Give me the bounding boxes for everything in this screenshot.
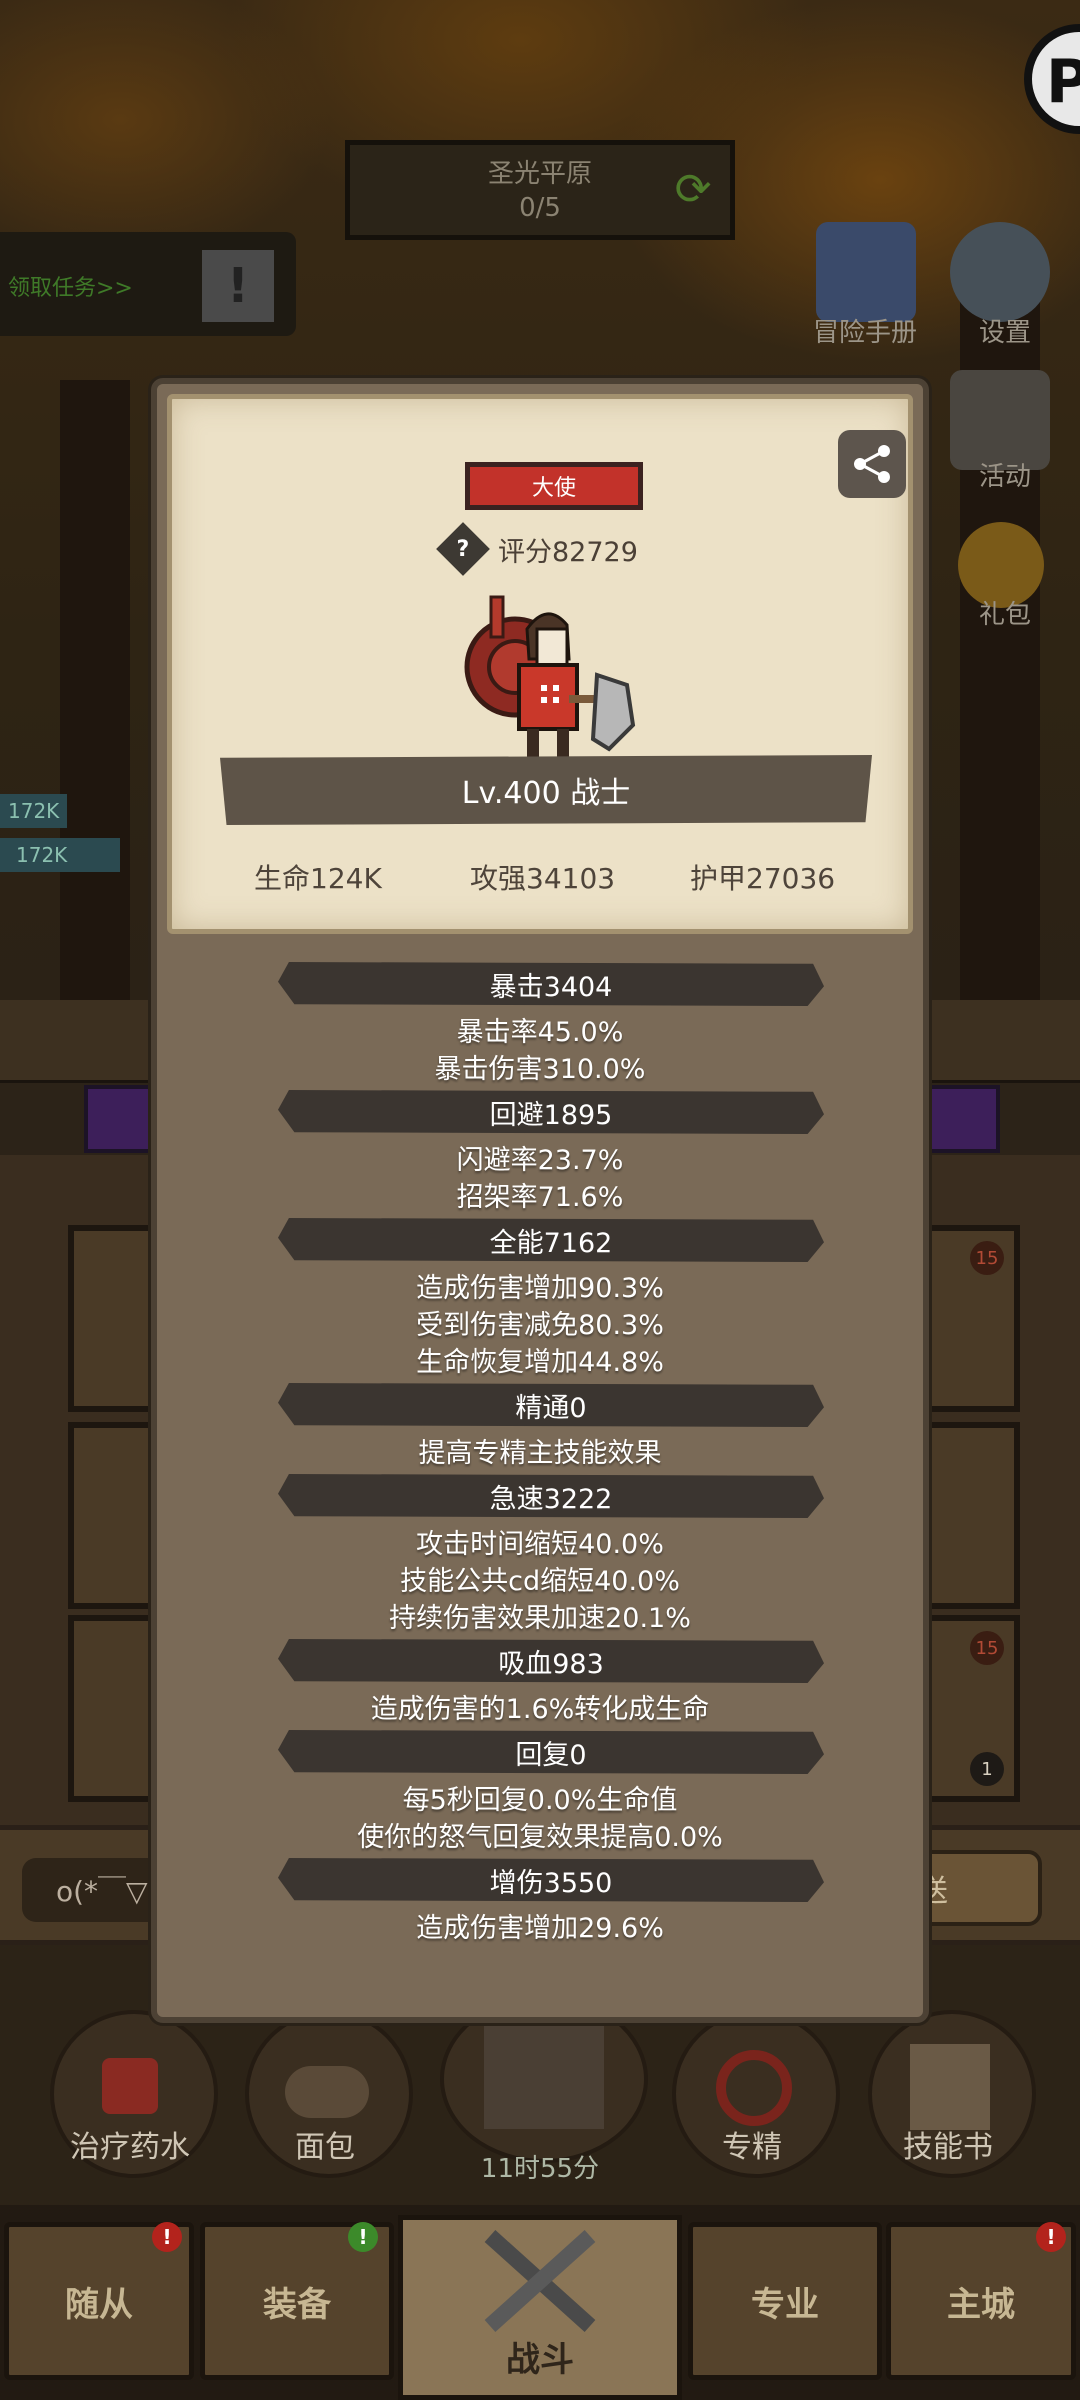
detail-line: 受到伤害减免80.3% [416,1310,664,1341]
title-badge-label: 大使 [531,476,576,501]
exclamation-icon[interactable]: ! [202,250,274,322]
nav-followers-label: 随从 [65,2284,133,2325]
title-badge: 大使 [465,462,643,510]
section-header-lifesteal: 吸血983 [278,1639,824,1683]
scroll-icon[interactable] [950,370,1050,470]
section-header-mastery: 精通0 [278,1383,824,1427]
detail-line: 造成伤害增加90.3% [416,1273,664,1304]
detail-line: 提高专精主技能效果 [418,1438,662,1469]
hp-tag: 172K [0,838,120,872]
section-header-versatility: 全能7162 [278,1218,824,1262]
level-class-bar: Lv.400 战士 [220,755,872,825]
gear-icon[interactable] [950,222,1050,322]
share-button[interactable] [838,430,906,498]
detail-line: 造成伤害的1.6%转化成生命 [370,1694,710,1725]
bread-label: 面包 [295,2130,355,2165]
detail-line: 闪避率23.7% [456,1145,624,1176]
target-icon [716,2050,792,2126]
character-stats-panel: 大使 ? 评分82729 Lv.400 战士 生命124K 攻强34103 护甲… [151,378,929,2023]
section-header-damage-bonus: 增伤3550 [278,1858,824,1902]
specialization-label: 专精 [722,2130,782,2165]
refresh-icon[interactable]: ⟳ [670,167,716,213]
detail-line: 造成伤害增加29.6% [416,1913,664,1944]
detail-line: 攻击时间缩短40.0% [416,1529,664,1560]
alert-icon: ! [1036,2222,1066,2252]
attack-stat: 攻强34103 [470,862,616,895]
nav-profession[interactable]: 专业 [688,2222,882,2380]
nav-main-city-label: 主城 [947,2284,1015,2325]
nav-equipment-label: 装备 [263,2284,331,2325]
potion-label: 治疗药水 [70,2130,190,2165]
skill-book-label: 技能书 [903,2130,993,2165]
detail-line: 持续伤害效果加速20.1% [389,1603,691,1634]
book-icon[interactable] [816,222,916,322]
level-class-label: Lv.400 战士 [461,776,631,811]
section-header-haste: 急速3222 [278,1474,824,1518]
nav-profession-label: 专业 [751,2284,819,2325]
level-badge: 15 [970,1241,1004,1275]
detail-line: 生命恢复增加44.8% [416,1347,664,1378]
section-header-crit: 暴击3404 [278,962,824,1006]
detail-line: 每5秒回复0.0%生命值 [402,1785,678,1816]
share-icon [854,445,890,483]
score-label: 评分82729 [498,536,638,568]
quest-link[interactable]: 领取任务>> [8,270,133,302]
alert-icon: ! [152,2222,182,2252]
bread-icon [285,2066,369,2118]
count-badge: 1 [970,1752,1004,1786]
crossed-swords-icon [470,2226,610,2336]
armor-stat: 护甲27036 [690,862,836,895]
zone-indicator[interactable]: 圣光平原 0/5 ⟳ [345,140,735,240]
potion-icon [102,2058,158,2114]
activity-label: 活动 [978,462,1031,492]
section-header-evasion: 回避1895 [278,1090,824,1134]
score-row[interactable]: ? 评分82729 [436,522,638,576]
section-header-regen: 回复0 [278,1730,824,1774]
alert-icon: ! [348,2222,378,2252]
hp-tag: 172K [0,794,68,828]
detail-line: 招架率71.6% [456,1182,624,1213]
chest-icon [484,2019,604,2129]
tree-trunk [60,380,130,1020]
detail-line: 使你的怒气回复效果提高0.0% [357,1822,723,1853]
book-icon [910,2044,990,2130]
chest-timer: 11时55分 [480,2154,600,2184]
hp-stat: 生命124K [254,862,382,895]
settings-label: 设置 [978,318,1031,348]
question-icon[interactable]: ? [436,522,490,576]
purple-bar [920,1085,1000,1153]
level-badge: 15 [970,1631,1004,1665]
gift-label: 礼包 [978,600,1031,630]
adventure-manual-label: 冒险手册 [812,318,917,348]
character-card: 大使 ? 评分82729 Lv.400 战士 生命124K 攻强34103 护甲… [167,394,913,934]
detail-line: 技能公共cd缩短40.0% [400,1566,680,1597]
hero-avatar [457,589,637,774]
detail-line: 暴击伤害310.0% [434,1054,646,1085]
detail-line: 暴击率45.0% [456,1017,624,1048]
nav-battle-label: 战斗 [506,2340,574,2380]
